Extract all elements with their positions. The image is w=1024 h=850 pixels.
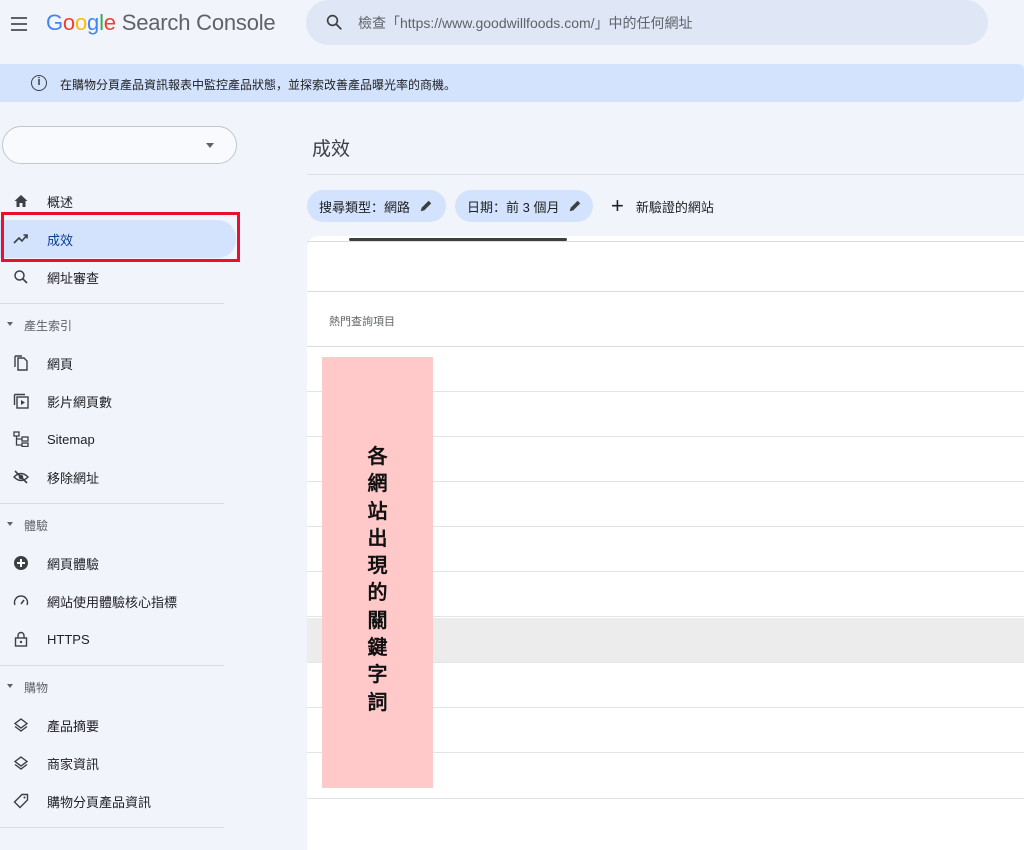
sidebar-item-page-experience[interactable]: 網頁體驗 xyxy=(0,544,240,582)
annotation-char: 站 xyxy=(367,498,388,523)
sidebar-item-label: 網頁 xyxy=(47,356,74,372)
info-icon: i xyxy=(31,75,47,91)
sidebar-item-label: 網址審查 xyxy=(47,270,100,286)
column-header-top-queries[interactable]: 熱門查詢項目 xyxy=(329,313,395,329)
sidebar-item-label: 概述 xyxy=(47,194,74,210)
search-icon xyxy=(326,14,342,30)
annotation-overlay: 各網站出現的關鍵字詞 xyxy=(322,357,433,788)
pencil-icon xyxy=(570,200,581,212)
sidebar-item-url-inspection[interactable]: 網址審查 xyxy=(0,258,240,296)
logo-letter: o xyxy=(74,10,88,35)
page-title: 成效 xyxy=(312,139,351,160)
sidebar-nav: 概述 成效 網址審查 產生索引 網頁 影片網頁數 Sitemap 移除網址 體驗… xyxy=(0,182,240,828)
collapse-triangle-icon xyxy=(7,522,13,526)
logo-letter: e xyxy=(103,10,116,35)
add-new-site-button[interactable]: + 新驗證的網站 xyxy=(611,190,714,222)
logo-letter: g xyxy=(87,10,100,35)
chip-label: 日期：前 3 個月 xyxy=(467,199,560,215)
layers-icon xyxy=(13,756,29,770)
sidebar-item-video-pages[interactable]: 影片網頁數 xyxy=(0,382,240,420)
logo-letter: G xyxy=(46,10,63,35)
hamburger-menu-icon[interactable] xyxy=(8,12,32,36)
logo-letter: o xyxy=(62,10,75,35)
annotation-char: 各 xyxy=(367,444,388,468)
section-title: 產生索引 xyxy=(24,319,73,333)
dropdown-caret-icon xyxy=(206,143,214,148)
collapse-triangle-icon xyxy=(7,684,13,688)
divider xyxy=(307,174,1024,175)
sidebar-item-sitemap[interactable]: Sitemap xyxy=(0,420,240,458)
speed-gauge-icon xyxy=(13,595,29,606)
sidebar-item-label: HTTPS xyxy=(47,631,90,647)
top-app-bar: Google Search Console xyxy=(0,0,1024,48)
divider xyxy=(307,291,1024,292)
pencil-icon xyxy=(420,200,432,212)
divider xyxy=(307,241,1024,242)
search-input[interactable] xyxy=(358,8,958,38)
date-filter-chip[interactable]: 日期：前 3 個月 xyxy=(455,190,593,222)
sitemap-icon xyxy=(13,431,29,447)
sidebar-item-https[interactable]: HTTPS xyxy=(0,620,240,658)
add-site-label: 新驗證的網站 xyxy=(635,199,714,215)
annotation-char: 出 xyxy=(367,525,388,550)
lock-icon xyxy=(14,631,28,647)
property-selector[interactable] xyxy=(2,126,237,164)
pages-icon xyxy=(14,355,28,371)
annotation-char: 字 xyxy=(367,662,388,687)
tag-icon xyxy=(13,793,29,809)
divider xyxy=(0,827,224,828)
sidebar-item-label: 移除網址 xyxy=(47,470,100,486)
url-inspection-search[interactable] xyxy=(306,0,988,45)
page-experience-icon xyxy=(14,556,28,570)
collapse-triangle-icon xyxy=(7,322,13,326)
sidebar-item-label: 影片網頁數 xyxy=(47,394,113,410)
annotation-char: 詞 xyxy=(367,689,388,714)
sidebar-item-merchant-listings[interactable]: 商家資訊 xyxy=(0,744,240,782)
product-name: Search Console xyxy=(121,10,276,35)
sidebar-item-label: Sitemap xyxy=(47,431,95,447)
search-icon xyxy=(14,270,28,284)
section-title: 購物 xyxy=(24,681,49,695)
home-icon xyxy=(14,195,28,207)
section-title: 體驗 xyxy=(24,519,49,533)
sidebar-item-product-snippets[interactable]: 產品摘要 xyxy=(0,706,240,744)
layers-icon xyxy=(13,718,29,732)
sidebar-item-label: 網站使用體驗核心指標 xyxy=(47,594,178,610)
chip-label: 搜尋類型：網路 xyxy=(319,199,411,215)
sidebar-item-label: 購物分頁產品資訊 xyxy=(47,794,152,810)
sidebar-item-label: 商家資訊 xyxy=(47,756,100,772)
annotation-char: 鍵 xyxy=(367,635,388,660)
annotation-char: 關 xyxy=(367,607,388,632)
plus-icon: + xyxy=(611,193,624,218)
highlight-box xyxy=(1,212,240,262)
sidebar-item-label: 網頁體驗 xyxy=(47,556,100,572)
annotation-char: 的 xyxy=(367,580,388,605)
video-pages-icon xyxy=(13,393,29,409)
app-logo[interactable]: Google Search Console xyxy=(46,10,276,36)
sidebar-item-label: 產品摘要 xyxy=(47,718,100,734)
visibility-off-icon xyxy=(13,470,29,484)
section-indexing[interactable]: 產生索引 xyxy=(0,304,240,344)
sidebar-item-removals[interactable]: 移除網址 xyxy=(0,458,240,496)
info-banner[interactable]: i 在購物分頁產品資訊報表中監控產品狀態，並探索改善產品曝光率的商機。 xyxy=(0,64,1024,102)
annotation-char: 網 xyxy=(367,471,388,496)
banner-text[interactable]: 在購物分頁產品資訊報表中監控產品狀態，並探索改善產品曝光率的商機。 xyxy=(60,76,456,93)
annotation-text: 各網站出現的關鍵字詞 xyxy=(322,443,433,716)
sidebar-item-pages[interactable]: 網頁 xyxy=(0,344,240,382)
sidebar-item-core-web-vitals[interactable]: 網站使用體驗核心指標 xyxy=(0,582,240,620)
search-type-filter-chip[interactable]: 搜尋類型：網路 xyxy=(307,190,446,222)
section-shopping[interactable]: 購物 xyxy=(0,666,240,706)
sidebar-item-shopping-tab-listings[interactable]: 購物分頁產品資訊 xyxy=(0,782,240,820)
annotation-char: 現 xyxy=(367,553,388,578)
section-experience[interactable]: 體驗 xyxy=(0,504,240,544)
